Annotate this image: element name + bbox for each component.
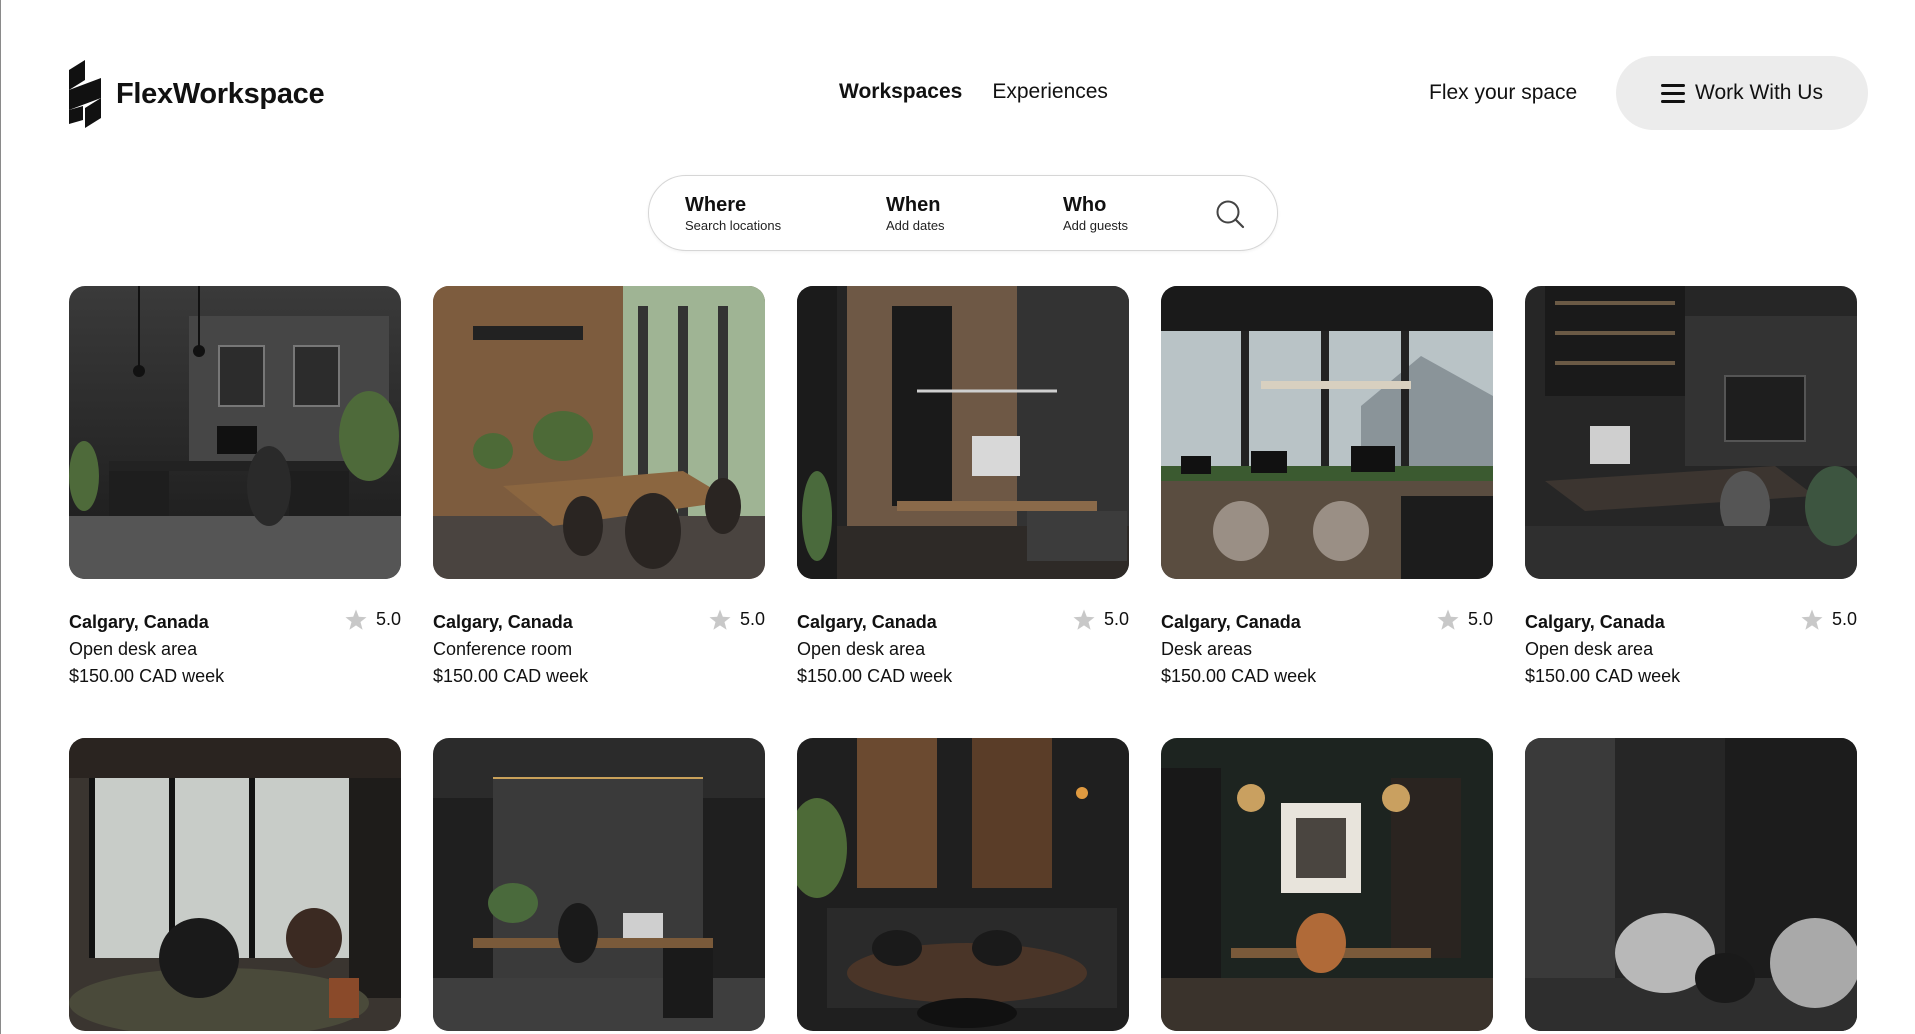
- listing-price: $150.00 CAD week: [1525, 666, 1681, 686]
- flex-your-space-link[interactable]: Flex your space: [1429, 81, 1577, 105]
- rating-value: 5.0: [1831, 609, 1857, 629]
- listing-photo[interactable]: [1525, 286, 1857, 579]
- listing-photo[interactable]: [797, 738, 1129, 1031]
- listing-info: Calgary, Canada Desk areas $150.00 CAD w…: [1161, 609, 1493, 690]
- office-photo-image: [1161, 738, 1493, 1031]
- search-where-field[interactable]: Where Search locations: [685, 194, 781, 235]
- listing-type: Desk areas: [1161, 639, 1253, 659]
- listing-photo[interactable]: [69, 738, 401, 1031]
- who-subtitle: Add guests: [1063, 218, 1129, 233]
- office-photo-image: [433, 286, 765, 579]
- listing-rating: 5.0: [344, 606, 401, 633]
- listing-rating: 5.0: [1072, 606, 1129, 633]
- listing-card[interactable]: [1161, 738, 1493, 1031]
- office-photo-image: [433, 738, 765, 1031]
- rating-value: 5.0: [739, 609, 765, 629]
- listing-photo[interactable]: [433, 738, 765, 1031]
- office-photo-image: [1525, 286, 1857, 579]
- hamburger-menu-icon: [1661, 83, 1686, 103]
- listing-price: $150.00 CAD week: [797, 666, 953, 686]
- listing-card[interactable]: Calgary, Canada Conference room $150.00 …: [433, 286, 765, 690]
- work-with-us-button[interactable]: Work With Us: [1616, 56, 1868, 130]
- work-with-us-label: Work With Us: [1695, 81, 1823, 104]
- listing-card[interactable]: Calgary, Canada Desk areas $150.00 CAD w…: [1161, 286, 1493, 690]
- listing-rating: 5.0: [1436, 606, 1493, 633]
- listing-photo[interactable]: [797, 286, 1129, 579]
- star-icon: [709, 609, 731, 630]
- when-subtitle: Add dates: [886, 218, 945, 233]
- listing-type: Open desk area: [69, 639, 198, 659]
- star-icon: [345, 609, 367, 630]
- search-who-field[interactable]: Who Add guests: [1063, 194, 1128, 235]
- search-bar: Where Search locations When Add dates Wh…: [648, 175, 1278, 251]
- brand-name: FlexWorkspace: [116, 77, 325, 110]
- listing-photo[interactable]: [1525, 738, 1857, 1031]
- brand-logo[interactable]: FlexWorkspace: [69, 60, 325, 128]
- search-icon[interactable]: [1215, 199, 1245, 229]
- listing-rating: 5.0: [1800, 606, 1857, 633]
- who-title: Who: [1063, 194, 1107, 216]
- listing-card[interactable]: [69, 738, 401, 1031]
- search-when-field[interactable]: When Add dates: [886, 194, 945, 235]
- rating-value: 5.0: [1467, 609, 1493, 629]
- listing-type: Conference room: [433, 639, 573, 659]
- listing-info: Calgary, Canada Open desk area $150.00 C…: [1525, 609, 1857, 690]
- star-icon: [1801, 609, 1823, 630]
- rating-value: 5.0: [375, 609, 401, 629]
- listing-card[interactable]: [1525, 738, 1857, 1031]
- listing-price: $150.00 CAD week: [433, 666, 589, 686]
- main-nav: Workspaces Experiences: [839, 80, 1108, 104]
- star-icon: [1073, 609, 1095, 630]
- site-header: FlexWorkspace Workspaces Experiences Fle…: [0, 0, 1915, 160]
- office-photo-image: [69, 738, 401, 1031]
- listing-info: Calgary, Canada Open desk area $150.00 C…: [69, 609, 401, 690]
- office-photo-image: [797, 738, 1129, 1031]
- office-photo-image: [1525, 738, 1857, 1031]
- office-photo-image: [69, 286, 401, 579]
- listing-photo[interactable]: [1161, 286, 1493, 579]
- listing-info: Calgary, Canada Open desk area $150.00 C…: [797, 609, 1129, 690]
- star-icon: [1437, 609, 1459, 630]
- listing-photo[interactable]: [433, 286, 765, 579]
- where-subtitle: Search locations: [685, 218, 782, 233]
- listing-card[interactable]: Calgary, Canada Open desk area $150.00 C…: [797, 286, 1129, 690]
- listing-info: Calgary, Canada Conference room $150.00 …: [433, 609, 765, 690]
- rating-value: 5.0: [1103, 609, 1129, 629]
- listing-card[interactable]: [433, 738, 765, 1031]
- listing-type: Open desk area: [1525, 639, 1654, 659]
- listing-rating: 5.0: [708, 606, 765, 633]
- listing-price: $150.00 CAD week: [69, 666, 225, 686]
- listing-card[interactable]: [797, 738, 1129, 1031]
- office-photo-image: [797, 286, 1129, 579]
- listing-type: Open desk area: [797, 639, 926, 659]
- listing-card[interactable]: Calgary, Canada Open desk area $150.00 C…: [1525, 286, 1857, 690]
- office-photo-image: [1161, 286, 1493, 579]
- nav-workspaces[interactable]: Workspaces: [839, 80, 962, 104]
- listing-photo[interactable]: [1161, 738, 1493, 1031]
- listing-photo[interactable]: [69, 286, 401, 579]
- where-title: Where: [685, 194, 747, 216]
- listing-price: $150.00 CAD week: [1161, 666, 1317, 686]
- when-title: When: [886, 194, 941, 216]
- nav-experiences[interactable]: Experiences: [992, 80, 1108, 104]
- brand-mark-icon: [69, 60, 101, 128]
- listing-card[interactable]: Calgary, Canada Open desk area $150.00 C…: [69, 286, 401, 690]
